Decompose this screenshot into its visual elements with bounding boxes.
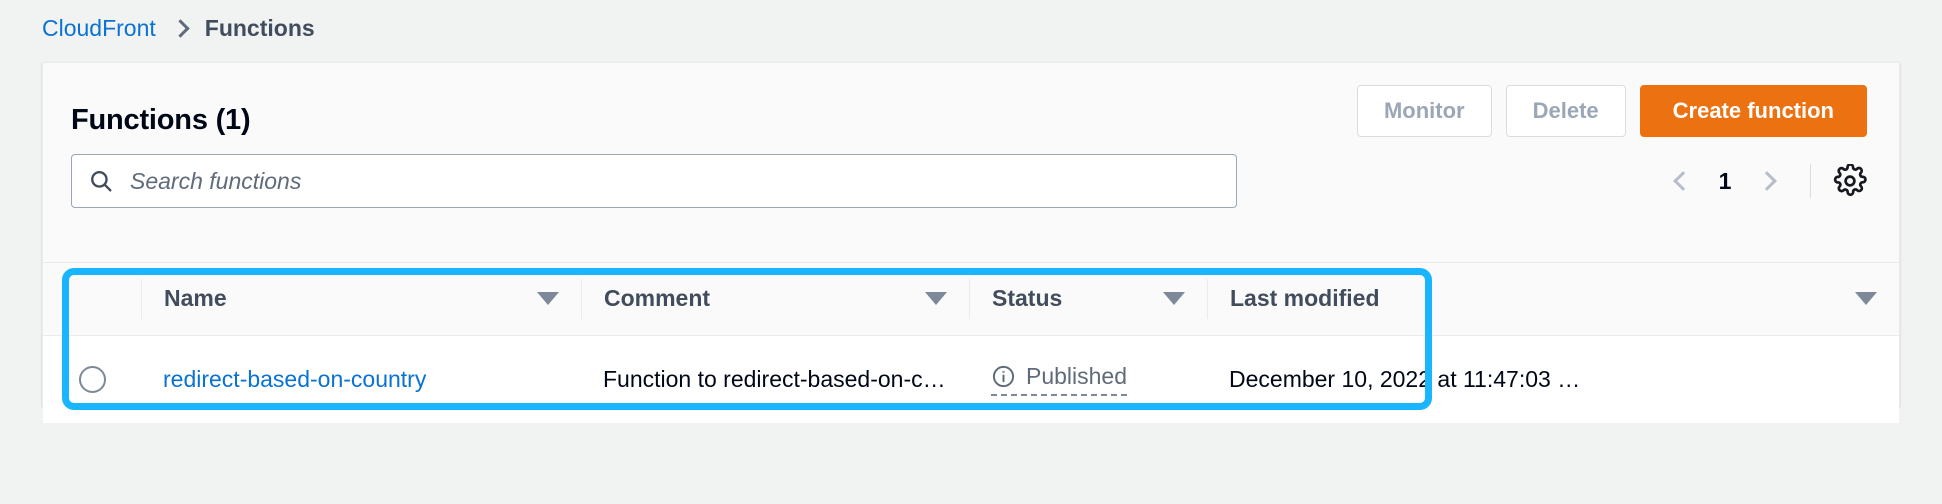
table-header-last-modified-label: Last modified [1230, 285, 1380, 312]
table-header-status-label: Status [992, 285, 1063, 312]
row-radio-button[interactable] [79, 365, 106, 393]
chevron-right-icon [171, 19, 190, 38]
table-body: redirect-based-on-country Function to re… [43, 335, 1899, 423]
table-controls: 1 [1658, 154, 1871, 208]
table-row: redirect-based-on-country Function to re… [43, 335, 1899, 423]
table-header-select [43, 263, 141, 336]
chevron-right-icon [1757, 171, 1777, 191]
sort-triangle-icon[interactable] [925, 292, 947, 306]
row-last-modified-cell: December 10, 2022 at 11:47:03 … [1207, 335, 1899, 423]
functions-panel: Functions (1) Monitor Delete Create func… [42, 62, 1900, 423]
monitor-button[interactable]: Monitor [1356, 85, 1492, 137]
gear-icon [1833, 164, 1867, 197]
panel-actions: Monitor Delete Create function [1356, 85, 1867, 137]
info-icon [992, 365, 1015, 387]
table-header-status[interactable]: Status [969, 263, 1207, 336]
functions-table: Name Comment Status Last modified redire… [43, 263, 1899, 423]
row-status-cell: Published [969, 335, 1207, 423]
create-function-button[interactable]: Create function [1639, 85, 1867, 137]
table-header-name-label: Name [164, 285, 227, 312]
function-comment-text: Function to redirect-based-on-co… [603, 365, 947, 392]
pagination-next-button[interactable] [1746, 158, 1792, 204]
row-comment-cell: Function to redirect-based-on-co… [581, 335, 969, 423]
search-box[interactable] [71, 154, 1237, 208]
search-icon [88, 168, 114, 194]
breadcrumb-link-cloudfront[interactable]: CloudFront [42, 17, 156, 40]
row-name-cell: redirect-based-on-country [141, 335, 581, 423]
table-header-comment[interactable]: Comment [581, 263, 969, 336]
table-header-name[interactable]: Name [141, 263, 581, 336]
breadcrumb-current-functions: Functions [204, 15, 315, 41]
table-header-comment-label: Comment [604, 285, 711, 312]
sort-triangle-icon[interactable] [1855, 292, 1877, 306]
panel-header: Functions (1) Monitor Delete Create func… [43, 63, 1899, 263]
breadcrumb: CloudFront Functions [0, 0, 1942, 48]
row-select-cell [43, 335, 141, 423]
pagination: 1 [1658, 158, 1792, 204]
page-title: Functions (1) [71, 104, 251, 137]
sort-triangle-icon[interactable] [537, 292, 559, 306]
table-header-row: Name Comment Status Last modified [43, 263, 1899, 336]
sort-triangle-icon[interactable] [1163, 292, 1185, 306]
pagination-prev-button[interactable] [1658, 158, 1704, 204]
pagination-page-1[interactable]: 1 [1708, 168, 1742, 195]
preferences-button[interactable] [1829, 160, 1871, 202]
last-modified-text: December 10, 2022 at 11:47:03 … [1229, 365, 1581, 392]
table-header-last-modified[interactable]: Last modified [1207, 263, 1899, 336]
function-name-link[interactable]: redirect-based-on-country [163, 366, 426, 392]
status-badge[interactable]: Published [991, 362, 1128, 396]
delete-button[interactable]: Delete [1505, 85, 1626, 137]
search-input[interactable] [128, 155, 1220, 207]
controls-divider [1810, 164, 1811, 198]
status-label: Published [1026, 362, 1128, 389]
table-head: Name Comment Status Last modified [43, 263, 1899, 336]
chevron-left-icon [1673, 171, 1693, 191]
